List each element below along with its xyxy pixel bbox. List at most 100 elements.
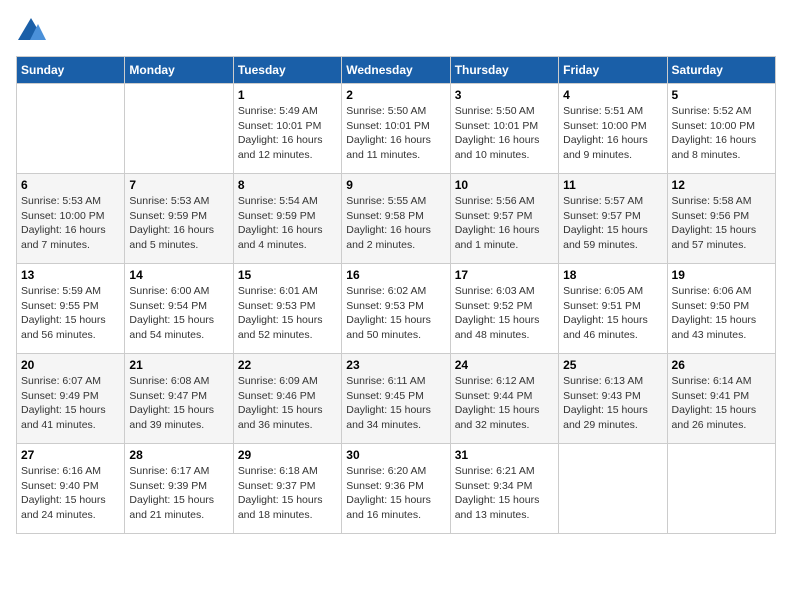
day-number: 18: [563, 268, 662, 282]
day-number: 3: [455, 88, 554, 102]
calendar-cell: 8Sunrise: 5:54 AM Sunset: 9:59 PM Daylig…: [233, 174, 341, 264]
day-number: 24: [455, 358, 554, 372]
calendar-cell: 27 Sunrise: 6:16 AM Sunset: 9:40 PM Dayli…: [17, 444, 125, 534]
day-info: Sunrise: 5:52 AM Sunset: 10:00 PM Daylig…: [672, 104, 771, 163]
header-row: SundayMondayTuesdayWednesdayThursdayFrid…: [17, 57, 776, 84]
calendar-cell: 20 Sunrise: 6:07 AM Sunset: 9:49 PM Dayli…: [17, 354, 125, 444]
day-info: Sunrise: 6:17 AM Sunset: 9:39 PM Dayligh…: [129, 464, 228, 523]
calendar-cell: 21 Sunrise: 6:08 AM Sunset: 9:47 PM Dayli…: [125, 354, 233, 444]
day-number: 7: [129, 178, 228, 192]
calendar-cell: 25 Sunrise: 6:13 AM Sunset: 9:43 PM Dayli…: [559, 354, 667, 444]
day-number: 21: [129, 358, 228, 372]
day-info: Sunrise: 5:54 AM Sunset: 9:59 PM Dayligh…: [238, 194, 337, 253]
calendar-cell: 19Sunrise: 6:06 AM Sunset: 9:50 PM Dayli…: [667, 264, 775, 354]
calendar-cell: 9 Sunrise: 5:55 AM Sunset: 9:58 PM Daylig…: [342, 174, 450, 264]
day-number: 29: [238, 448, 337, 462]
day-info: Sunrise: 5:49 AM Sunset: 10:01 PM Daylig…: [238, 104, 337, 163]
day-number: 19: [672, 268, 771, 282]
day-number: 20: [21, 358, 120, 372]
day-info: Sunrise: 6:03 AM Sunset: 9:52 PM Dayligh…: [455, 284, 554, 343]
calendar-cell: 1 Sunrise: 5:49 AM Sunset: 10:01 PM Dayli…: [233, 84, 341, 174]
day-info: Sunrise: 5:51 AM Sunset: 10:00 PM Daylig…: [563, 104, 662, 163]
calendar-cell: 3 Sunrise: 5:50 AM Sunset: 10:01 PM Dayli…: [450, 84, 558, 174]
calendar-cell: 23 Sunrise: 6:11 AM Sunset: 9:45 PM Dayli…: [342, 354, 450, 444]
page-header: [16, 16, 776, 46]
day-number: 2: [346, 88, 445, 102]
weekday-header: Monday: [125, 57, 233, 84]
day-info: Sunrise: 5:56 AM Sunset: 9:57 PM Dayligh…: [455, 194, 554, 253]
calendar-cell: 26Sunrise: 6:14 AM Sunset: 9:41 PM Dayli…: [667, 354, 775, 444]
calendar-table: SundayMondayTuesdayWednesdayThursdayFrid…: [16, 56, 776, 534]
calendar-cell: 31Sunrise: 6:21 AM Sunset: 9:34 PM Dayli…: [450, 444, 558, 534]
day-number: 9: [346, 178, 445, 192]
calendar-cell: 10 Sunrise: 5:56 AM Sunset: 9:57 PM Dayli…: [450, 174, 558, 264]
day-number: 11: [563, 178, 662, 192]
calendar-cell: 2 Sunrise: 5:50 AM Sunset: 10:01 PM Dayli…: [342, 84, 450, 174]
calendar-cell: 13 Sunrise: 5:59 AM Sunset: 9:55 PM Dayli…: [17, 264, 125, 354]
day-number: 5: [672, 88, 771, 102]
calendar-cell: 7 Sunrise: 5:53 AM Sunset: 9:59 PM Daylig…: [125, 174, 233, 264]
calendar-cell: 12Sunrise: 5:58 AM Sunset: 9:56 PM Dayli…: [667, 174, 775, 264]
weekday-header: Friday: [559, 57, 667, 84]
weekday-header: Thursday: [450, 57, 558, 84]
day-info: Sunrise: 5:53 AM Sunset: 9:59 PM Dayligh…: [129, 194, 228, 253]
day-number: 15: [238, 268, 337, 282]
day-number: 27: [21, 448, 120, 462]
day-info: Sunrise: 6:16 AM Sunset: 9:40 PM Dayligh…: [21, 464, 120, 523]
day-number: 31: [455, 448, 554, 462]
day-number: 25: [563, 358, 662, 372]
weekday-header: Tuesday: [233, 57, 341, 84]
day-info: Sunrise: 6:13 AM Sunset: 9:43 PM Dayligh…: [563, 374, 662, 433]
calendar-cell: 30 Sunrise: 6:20 AM Sunset: 9:36 PM Dayli…: [342, 444, 450, 534]
day-info: Sunrise: 6:09 AM Sunset: 9:46 PM Dayligh…: [238, 374, 337, 433]
calendar-week-row: 13 Sunrise: 5:59 AM Sunset: 9:55 PM Dayli…: [17, 264, 776, 354]
calendar-cell: 18 Sunrise: 6:05 AM Sunset: 9:51 PM Dayli…: [559, 264, 667, 354]
calendar-cell: [667, 444, 775, 534]
day-info: Sunrise: 6:20 AM Sunset: 9:36 PM Dayligh…: [346, 464, 445, 523]
day-number: 16: [346, 268, 445, 282]
day-number: 22: [238, 358, 337, 372]
calendar-week-row: 20 Sunrise: 6:07 AM Sunset: 9:49 PM Dayli…: [17, 354, 776, 444]
day-info: Sunrise: 6:05 AM Sunset: 9:51 PM Dayligh…: [563, 284, 662, 343]
weekday-header: Saturday: [667, 57, 775, 84]
calendar-cell: 24 Sunrise: 6:12 AM Sunset: 9:44 PM Dayli…: [450, 354, 558, 444]
day-info: Sunrise: 5:57 AM Sunset: 9:57 PM Dayligh…: [563, 194, 662, 253]
day-number: 23: [346, 358, 445, 372]
day-number: 10: [455, 178, 554, 192]
day-info: Sunrise: 5:53 AM Sunset: 10:00 PM Daylig…: [21, 194, 120, 253]
calendar-cell: 5 Sunrise: 5:52 AM Sunset: 10:00 PM Dayli…: [667, 84, 775, 174]
calendar-cell: [17, 84, 125, 174]
logo-icon: [16, 16, 46, 46]
day-number: 28: [129, 448, 228, 462]
day-info: Sunrise: 6:07 AM Sunset: 9:49 PM Dayligh…: [21, 374, 120, 433]
day-info: Sunrise: 6:02 AM Sunset: 9:53 PM Dayligh…: [346, 284, 445, 343]
calendar-week-row: 1 Sunrise: 5:49 AM Sunset: 10:01 PM Dayli…: [17, 84, 776, 174]
calendar-cell: 14Sunrise: 6:00 AM Sunset: 9:54 PM Dayli…: [125, 264, 233, 354]
calendar-cell: 29 Sunrise: 6:18 AM Sunset: 9:37 PM Dayli…: [233, 444, 341, 534]
day-info: Sunrise: 6:11 AM Sunset: 9:45 PM Dayligh…: [346, 374, 445, 433]
calendar-cell: 11 Sunrise: 5:57 AM Sunset: 9:57 PM Dayli…: [559, 174, 667, 264]
calendar-cell: 6 Sunrise: 5:53 AM Sunset: 10:00 PM Dayli…: [17, 174, 125, 264]
calendar-week-row: 27 Sunrise: 6:16 AM Sunset: 9:40 PM Dayli…: [17, 444, 776, 534]
day-info: Sunrise: 5:59 AM Sunset: 9:55 PM Dayligh…: [21, 284, 120, 343]
day-number: 14: [129, 268, 228, 282]
day-info: Sunrise: 6:01 AM Sunset: 9:53 PM Dayligh…: [238, 284, 337, 343]
calendar-cell: [559, 444, 667, 534]
day-info: Sunrise: 5:50 AM Sunset: 10:01 PM Daylig…: [346, 104, 445, 163]
day-info: Sunrise: 5:58 AM Sunset: 9:56 PM Dayligh…: [672, 194, 771, 253]
calendar-week-row: 6 Sunrise: 5:53 AM Sunset: 10:00 PM Dayli…: [17, 174, 776, 264]
day-info: Sunrise: 5:50 AM Sunset: 10:01 PM Daylig…: [455, 104, 554, 163]
calendar-cell: 4Sunrise: 5:51 AM Sunset: 10:00 PM Dayli…: [559, 84, 667, 174]
day-number: 1: [238, 88, 337, 102]
day-number: 6: [21, 178, 120, 192]
day-number: 17: [455, 268, 554, 282]
day-info: Sunrise: 5:55 AM Sunset: 9:58 PM Dayligh…: [346, 194, 445, 253]
calendar-cell: 28 Sunrise: 6:17 AM Sunset: 9:39 PM Dayli…: [125, 444, 233, 534]
day-number: 30: [346, 448, 445, 462]
day-info: Sunrise: 6:08 AM Sunset: 9:47 PM Dayligh…: [129, 374, 228, 433]
day-info: Sunrise: 6:18 AM Sunset: 9:37 PM Dayligh…: [238, 464, 337, 523]
day-number: 13: [21, 268, 120, 282]
calendar-cell: [125, 84, 233, 174]
day-info: Sunrise: 6:12 AM Sunset: 9:44 PM Dayligh…: [455, 374, 554, 433]
calendar-cell: 16 Sunrise: 6:02 AM Sunset: 9:53 PM Dayli…: [342, 264, 450, 354]
